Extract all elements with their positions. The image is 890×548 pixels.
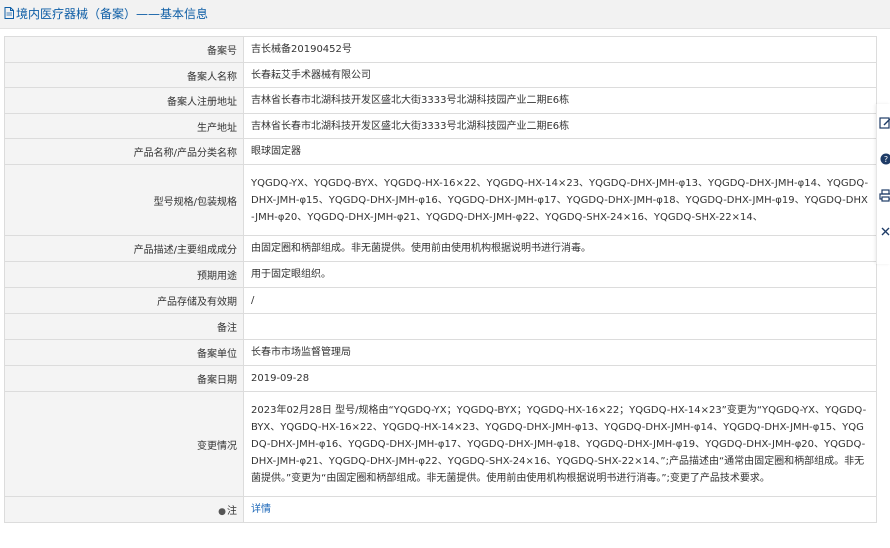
- value-product-name: 眼球固定器: [243, 138, 877, 165]
- value-record-number: 吉长械备20190452号: [243, 36, 877, 63]
- row-remarks: 备注: [4, 313, 877, 340]
- row-change-history: 变更情况 2023年02月28日 型号/规格由“YQGDQ-YX；YQGDQ-B…: [4, 391, 877, 497]
- label-remarks: 备注: [4, 313, 244, 340]
- help-icon[interactable]: ?: [879, 152, 890, 166]
- document-icon: [4, 1, 14, 29]
- label-record-number: 备案号: [4, 36, 244, 63]
- page-header: 境内医疗器械（备案）——基本信息: [0, 0, 890, 29]
- label-production-address: 生产地址: [4, 113, 244, 139]
- row-registrant-address: 备案人注册地址 吉林省长春市北湖科技开发区盛北大街3333号北湖科技园产业二期E…: [4, 87, 877, 114]
- row-model-spec: 型号规格/包装规格 YQGDQ-YX、YQGDQ-BYX、YQGDQ-HX-16…: [4, 164, 877, 236]
- value-registrant-name: 长春耘艾手术器械有限公司: [243, 62, 877, 88]
- value-storage-validity: /: [243, 287, 877, 314]
- edit-icon[interactable]: [879, 116, 890, 130]
- row-filing-unit: 备案单位 长春市市场监督管理局: [4, 339, 877, 366]
- side-toolbar: ?: [876, 104, 890, 264]
- page-title: 境内医疗器械（备案）——基本信息: [16, 7, 209, 21]
- detail-table-container: 备案号 吉长械备20190452号 备案人名称 长春耘艾手术器械有限公司 备案人…: [4, 36, 877, 523]
- value-product-description: 由固定圈和柄部组成。非无菌提供。使用前由使用机构根据说明书进行消毒。: [243, 235, 877, 262]
- label-note: ●注: [4, 496, 244, 523]
- close-icon[interactable]: [879, 224, 890, 238]
- row-production-address: 生产地址 吉林省长春市北湖科技开发区盛北大街3333号北湖科技园产业二期E6栋: [4, 113, 877, 139]
- row-filing-date: 备案日期 2019-09-28: [4, 365, 877, 392]
- label-product-name: 产品名称/产品分类名称: [4, 138, 244, 165]
- row-storage-validity: 产品存储及有效期 /: [4, 287, 877, 314]
- label-change-history: 变更情况: [4, 391, 244, 497]
- value-note: 详情: [243, 496, 877, 523]
- row-product-name: 产品名称/产品分类名称 眼球固定器: [4, 138, 877, 165]
- label-filing-unit: 备案单位: [4, 339, 244, 366]
- row-registrant-name: 备案人名称 长春耘艾手术器械有限公司: [4, 62, 877, 88]
- value-filing-date: 2019-09-28: [243, 365, 877, 392]
- value-model-spec: YQGDQ-YX、YQGDQ-BYX、YQGDQ-HX-16×22、YQGDQ-…: [243, 164, 877, 236]
- label-model-spec: 型号规格/包装规格: [4, 164, 244, 236]
- value-change-history: 2023年02月28日 型号/规格由“YQGDQ-YX；YQGDQ-BYX；YQ…: [243, 391, 877, 497]
- detail-table: 备案号 吉长械备20190452号 备案人名称 长春耘艾手术器械有限公司 备案人…: [4, 36, 877, 523]
- value-filing-unit: 长春市市场监督管理局: [243, 339, 877, 366]
- label-product-description: 产品描述/主要组成成分: [4, 235, 244, 262]
- label-filing-date: 备案日期: [4, 365, 244, 392]
- value-production-address: 吉林省长春市北湖科技开发区盛北大街3333号北湖科技园产业二期E6栋: [243, 113, 877, 139]
- svg-text:?: ?: [884, 155, 888, 164]
- pin-icon: ●: [218, 507, 226, 517]
- row-intended-use: 预期用途 用于固定眼组织。: [4, 261, 877, 288]
- label-registrant-address: 备案人注册地址: [4, 87, 244, 114]
- print-icon[interactable]: [879, 188, 890, 202]
- note-label: 注: [227, 506, 237, 517]
- value-intended-use: 用于固定眼组织。: [243, 261, 877, 288]
- row-note: ●注 详情: [4, 496, 877, 523]
- label-registrant-name: 备案人名称: [4, 62, 244, 88]
- value-remarks: [243, 313, 877, 340]
- label-storage-validity: 产品存储及有效期: [4, 287, 244, 314]
- row-product-description: 产品描述/主要组成成分 由固定圈和柄部组成。非无菌提供。使用前由使用机构根据说明…: [4, 235, 877, 262]
- label-intended-use: 预期用途: [4, 261, 244, 288]
- details-link[interactable]: 详情: [251, 504, 271, 515]
- value-registrant-address: 吉林省长春市北湖科技开发区盛北大街3333号北湖科技园产业二期E6栋: [243, 87, 877, 114]
- row-record-number: 备案号 吉长械备20190452号: [4, 36, 877, 63]
